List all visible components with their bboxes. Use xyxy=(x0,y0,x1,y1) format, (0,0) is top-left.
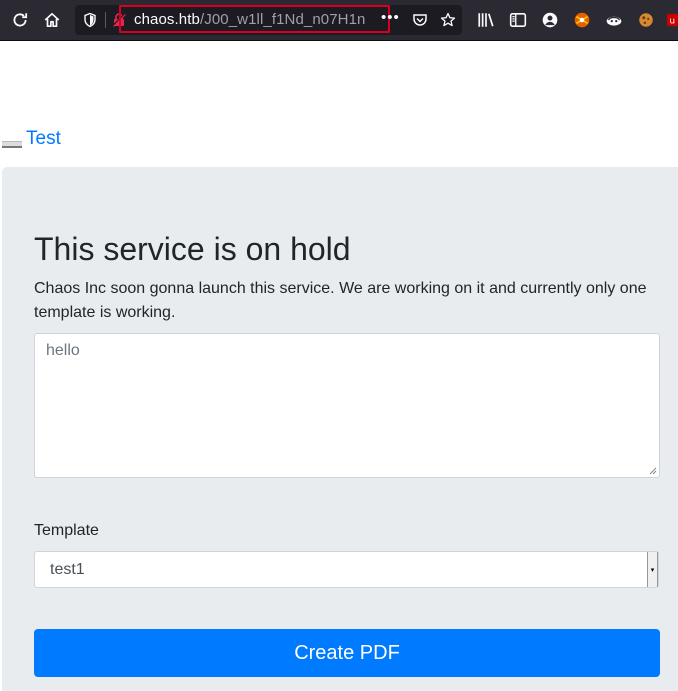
resize-grip-icon[interactable] xyxy=(647,465,657,475)
library-icon[interactable] xyxy=(474,8,498,32)
url-separator xyxy=(105,12,106,28)
pocket-icon[interactable] xyxy=(411,11,429,29)
extension-icon[interactable] xyxy=(634,8,658,32)
template-select[interactable]: test1 ▾ xyxy=(34,551,659,588)
bookmark-star-icon[interactable] xyxy=(439,11,457,29)
extension-icon[interactable] xyxy=(602,8,626,32)
page-title: This service is on hold xyxy=(34,231,351,267)
template-select-value: test1 xyxy=(50,561,85,578)
home-icon[interactable] xyxy=(40,8,64,32)
content-textarea[interactable] xyxy=(34,333,660,478)
broken-image-icon xyxy=(2,141,22,148)
extension-icon[interactable]: u xyxy=(666,8,678,32)
browser-toolbar: chaos.htb/J00_w1ll_f1Nd_n07H1n ••• u xyxy=(0,0,678,41)
svg-text:u: u xyxy=(670,17,676,27)
url-path: /J00_w1ll_f1Nd_n07H1n xyxy=(199,11,366,28)
test-link[interactable]: Test xyxy=(26,128,61,150)
create-pdf-button[interactable]: Create PDF xyxy=(34,629,660,677)
account-icon[interactable] xyxy=(538,8,562,32)
service-description: Chaos Inc soon gonna launch this service… xyxy=(34,280,647,321)
extension-icon[interactable] xyxy=(570,8,594,32)
url-host: chaos.htb xyxy=(134,11,200,28)
page-actions-menu[interactable]: ••• xyxy=(381,9,400,26)
tracking-shield-icon[interactable] xyxy=(81,11,99,29)
sidebar-icon[interactable] xyxy=(506,8,530,32)
url-bar[interactable]: chaos.htb/J00_w1ll_f1Nd_n07H1n ••• xyxy=(75,5,462,35)
chevron-down-icon[interactable]: ▾ xyxy=(647,552,658,587)
template-label: Template xyxy=(34,522,99,539)
service-panel: This service is on hold Chaos Inc soon g… xyxy=(2,167,678,691)
top-link-row: Test xyxy=(2,128,61,150)
url-text[interactable]: chaos.htb/J00_w1ll_f1Nd_n07H1n xyxy=(134,11,379,28)
reload-icon[interactable] xyxy=(8,8,32,32)
